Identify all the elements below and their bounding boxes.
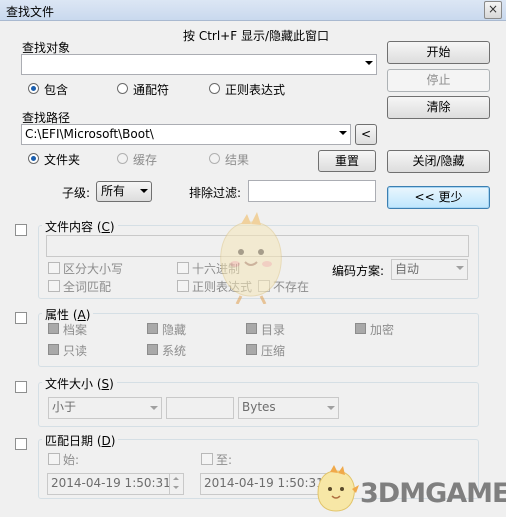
readonly-label: 只读 bbox=[63, 344, 88, 358]
mode-regex-radio[interactable] bbox=[209, 83, 220, 94]
date-from-input[interactable]: 2014-04-19 1:50:31 bbox=[47, 473, 184, 495]
hex-checkbox[interactable] bbox=[177, 262, 189, 274]
stop-button[interactable]: 停止 bbox=[387, 69, 490, 92]
directory-label: 目录 bbox=[261, 323, 286, 337]
search-path-value: C:\EFI\Microsoft\Boot\ bbox=[25, 127, 154, 141]
less-button[interactable]: << 更少 bbox=[387, 186, 490, 209]
file-size-checkbox[interactable] bbox=[15, 381, 27, 393]
mode-wildcard-label: 通配符 bbox=[133, 83, 170, 97]
scope-folder-label: 文件夹 bbox=[44, 153, 81, 167]
exclude-label: 排除过滤: bbox=[189, 186, 242, 200]
chevron-down-icon bbox=[327, 406, 335, 410]
mode-regex-label: 正则表达式 bbox=[225, 83, 286, 97]
case-sensitive-label: 区分大小写 bbox=[63, 262, 124, 276]
file-content-label: 文件内容 (C) bbox=[42, 218, 118, 235]
chevron-down-icon bbox=[150, 406, 158, 410]
date-to-label: 至: bbox=[216, 453, 233, 467]
date-to-checkbox[interactable] bbox=[201, 453, 213, 465]
size-operator-select[interactable]: 小于 bbox=[48, 397, 162, 419]
chevron-down-icon[interactable] bbox=[365, 61, 373, 65]
start-button[interactable]: 开始 bbox=[387, 41, 490, 64]
readonly-checkbox[interactable] bbox=[48, 344, 59, 355]
date-from-label: 始: bbox=[63, 453, 80, 467]
sublevel-label: 子级: bbox=[62, 186, 91, 200]
watermark-text: 3DMGAME bbox=[360, 478, 506, 509]
scope-results-label: 结果 bbox=[225, 153, 250, 167]
directory-checkbox[interactable] bbox=[246, 323, 257, 334]
scope-cache-label: 缓存 bbox=[133, 153, 158, 167]
attributes-checkbox[interactable] bbox=[15, 312, 27, 324]
archive-label: 档案 bbox=[63, 323, 88, 337]
attributes-group bbox=[38, 313, 479, 367]
search-target-input[interactable] bbox=[21, 54, 377, 75]
encoding-label: 编码方案: bbox=[332, 264, 385, 278]
search-path-input[interactable]: C:\EFI\Microsoft\Boot\ bbox=[21, 124, 351, 145]
mascot-small-icon bbox=[317, 465, 359, 512]
hidden-checkbox[interactable] bbox=[147, 323, 158, 334]
sublevel-select[interactable]: 所有 bbox=[96, 181, 152, 202]
date-from-value: 2014-04-19 1:50:31 bbox=[51, 476, 171, 490]
chevron-down-icon bbox=[456, 266, 464, 270]
date-to-value: 2014-04-19 1:50:31 bbox=[204, 476, 324, 490]
browse-path-button[interactable]: < bbox=[355, 124, 377, 145]
title-bar: 查找文件 × bbox=[0, 0, 506, 21]
close-hide-button[interactable]: 关闭/隐藏 bbox=[387, 150, 490, 173]
exclude-input[interactable] bbox=[248, 180, 376, 202]
reset-button[interactable]: 重置 bbox=[318, 150, 376, 172]
hint-text: 按 Ctrl+F 显示/隐藏此窗口 bbox=[183, 29, 329, 43]
clear-button[interactable]: 清除 bbox=[387, 96, 490, 119]
archive-checkbox[interactable] bbox=[48, 323, 59, 334]
file-size-label: 文件大小 (S) bbox=[42, 375, 117, 392]
sublevel-value: 所有 bbox=[101, 184, 126, 198]
mascot-watermark-icon bbox=[220, 212, 282, 304]
window-title: 查找文件 bbox=[6, 5, 55, 19]
case-sensitive-checkbox[interactable] bbox=[48, 262, 60, 274]
chevron-down-icon bbox=[140, 189, 148, 193]
compressed-checkbox[interactable] bbox=[246, 344, 257, 355]
encoding-value: 自动 bbox=[395, 262, 420, 276]
match-date-checkbox[interactable] bbox=[15, 438, 27, 450]
date-from-checkbox[interactable] bbox=[48, 453, 60, 465]
size-unit-select[interactable]: Bytes bbox=[238, 397, 339, 419]
match-date-label: 匹配日期 (D) bbox=[42, 432, 119, 449]
encoding-select[interactable]: 自动 bbox=[391, 259, 468, 280]
size-value-input[interactable] bbox=[166, 397, 234, 419]
chevron-down-icon[interactable] bbox=[339, 131, 347, 135]
close-window-button[interactable]: × bbox=[484, 1, 502, 19]
content-regex-checkbox[interactable] bbox=[177, 280, 189, 292]
system-checkbox[interactable] bbox=[147, 344, 158, 355]
mode-wildcard-radio[interactable] bbox=[117, 83, 128, 94]
scope-cache-radio[interactable] bbox=[117, 153, 128, 164]
file-content-checkbox[interactable] bbox=[15, 224, 27, 236]
hidden-label: 隐藏 bbox=[162, 323, 187, 337]
mode-contains-radio[interactable] bbox=[28, 83, 39, 94]
date-from-spinner[interactable] bbox=[169, 474, 183, 494]
scope-results-radio[interactable] bbox=[209, 153, 220, 164]
scope-folder-radio[interactable] bbox=[28, 153, 39, 164]
encrypted-checkbox[interactable] bbox=[355, 323, 366, 334]
size-operator-value: 小于 bbox=[52, 400, 77, 414]
whole-word-label: 全词匹配 bbox=[63, 280, 112, 294]
encrypted-label: 加密 bbox=[370, 323, 395, 337]
whole-word-checkbox[interactable] bbox=[48, 280, 60, 292]
compressed-label: 压缩 bbox=[261, 344, 286, 358]
system-label: 系统 bbox=[162, 344, 187, 358]
size-unit-value: Bytes bbox=[242, 400, 276, 414]
mode-contains-label: 包含 bbox=[44, 83, 69, 97]
